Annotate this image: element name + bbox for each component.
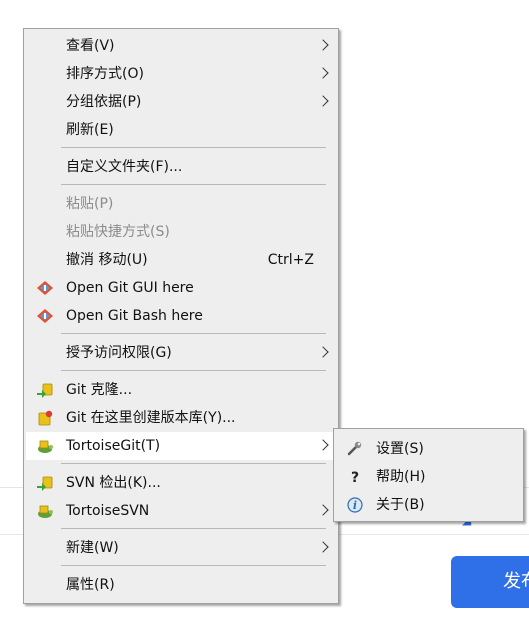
submenu-item-about[interactable]: i 关于(B) xyxy=(336,491,521,519)
info-icon: i xyxy=(347,497,363,513)
menu-separator xyxy=(61,528,326,529)
menu-item-label: 属性(R) xyxy=(66,577,115,593)
publish-button[interactable]: 发布 xyxy=(451,556,529,608)
menu-item-paste[interactable]: 粘贴(P) xyxy=(26,190,336,218)
menu-separator xyxy=(61,333,326,334)
git-create-repo-icon xyxy=(38,410,53,426)
menu-item-refresh[interactable]: 刷新(E) xyxy=(26,116,336,144)
help-icon: ? xyxy=(351,470,359,485)
menu-item-label: 刷新(E) xyxy=(66,122,114,138)
menu-item-new[interactable]: 新建(W) xyxy=(26,534,336,562)
menu-item-label: Git 在这里创建版本库(Y)... xyxy=(66,410,236,426)
menu-item-group-by[interactable]: 分组依据(P) xyxy=(26,88,336,116)
chevron-right-icon xyxy=(317,504,329,516)
menu-item-label: TortoiseSVN xyxy=(66,503,150,519)
menu-item-customize-folder[interactable]: 自定义文件夹(F)... xyxy=(26,153,336,181)
menu-item-grant-access[interactable]: 授予访问权限(G) xyxy=(26,339,336,367)
menu-item-label: TortoiseGit(T) xyxy=(66,438,161,454)
menu-item-label: 帮助(H) xyxy=(376,469,426,485)
menu-separator xyxy=(61,565,326,566)
tortoisesvn-icon xyxy=(38,505,53,518)
git-gui-icon xyxy=(37,281,53,295)
tortoisegit-submenu: 设置(S) ? 帮助(H) i 关于(B) xyxy=(333,428,524,522)
chevron-right-icon xyxy=(317,346,329,358)
menu-item-label: SVN 检出(K)... xyxy=(66,475,161,491)
menu-item-label: Open Git GUI here xyxy=(66,280,194,296)
menu-item-open-git-gui[interactable]: Open Git GUI here xyxy=(26,274,336,302)
menu-item-label: Open Git Bash here xyxy=(66,308,203,324)
menu-item-label: 授予访问权限(G) xyxy=(66,345,172,361)
menu-separator xyxy=(61,184,326,185)
menu-item-view[interactable]: 查看(V) xyxy=(26,32,336,60)
menu-separator xyxy=(61,370,326,371)
svg-text:i: i xyxy=(353,499,357,512)
tortoisegit-icon xyxy=(38,440,53,453)
menu-separator xyxy=(61,147,326,148)
git-clone-icon xyxy=(37,383,53,398)
chevron-right-icon xyxy=(317,439,329,451)
svg-text:?: ? xyxy=(351,470,359,485)
menu-item-git-clone[interactable]: Git 克隆... xyxy=(26,376,336,404)
shortcut-label: Ctrl+Z xyxy=(267,252,314,268)
git-bash-icon xyxy=(37,309,53,323)
chevron-right-icon xyxy=(317,39,329,51)
menu-item-undo-move[interactable]: 撤消 移动(U) Ctrl+Z xyxy=(26,246,336,274)
submenu-item-settings[interactable]: 设置(S) xyxy=(336,435,521,463)
menu-item-label: 粘贴快捷方式(S) xyxy=(66,224,170,240)
menu-separator xyxy=(61,463,326,464)
menu-item-label: Git 克隆... xyxy=(66,382,133,398)
menu-item-properties[interactable]: 属性(R) xyxy=(26,571,336,599)
menu-item-label: 设置(S) xyxy=(376,441,424,457)
menu-item-label: 分组依据(P) xyxy=(66,94,142,110)
menu-item-label: 新建(W) xyxy=(66,540,119,556)
menu-item-paste-shortcut[interactable]: 粘贴快捷方式(S) xyxy=(26,218,336,246)
menu-item-open-git-bash[interactable]: Open Git Bash here xyxy=(26,302,336,330)
submenu-item-help[interactable]: ? 帮助(H) xyxy=(336,463,521,491)
svn-checkout-icon xyxy=(37,476,53,491)
chevron-right-icon xyxy=(317,95,329,107)
menu-item-tortoisesvn[interactable]: TortoiseSVN xyxy=(26,497,336,525)
chevron-right-icon xyxy=(317,67,329,79)
menu-item-label: 撤消 移动(U) xyxy=(66,252,148,268)
wrench-icon xyxy=(347,441,362,456)
context-menu: 查看(V) 排序方式(O) 分组依据(P) 刷新(E) 自定义文件夹(F)...… xyxy=(23,28,339,604)
menu-item-label: 排序方式(O) xyxy=(66,66,144,82)
menu-item-label: 粘贴(P) xyxy=(66,196,114,212)
menu-item-git-create-repo[interactable]: Git 在这里创建版本库(Y)... xyxy=(26,404,336,432)
menu-item-label: 查看(V) xyxy=(66,38,115,54)
menu-item-svn-checkout[interactable]: SVN 检出(K)... xyxy=(26,469,336,497)
menu-item-sort-by[interactable]: 排序方式(O) xyxy=(26,60,336,88)
menu-item-label: 自定义文件夹(F)... xyxy=(66,159,183,175)
chevron-right-icon xyxy=(317,541,329,553)
menu-item-label: 关于(B) xyxy=(376,497,425,513)
menu-item-tortoisegit[interactable]: TortoiseGit(T) xyxy=(26,432,336,460)
